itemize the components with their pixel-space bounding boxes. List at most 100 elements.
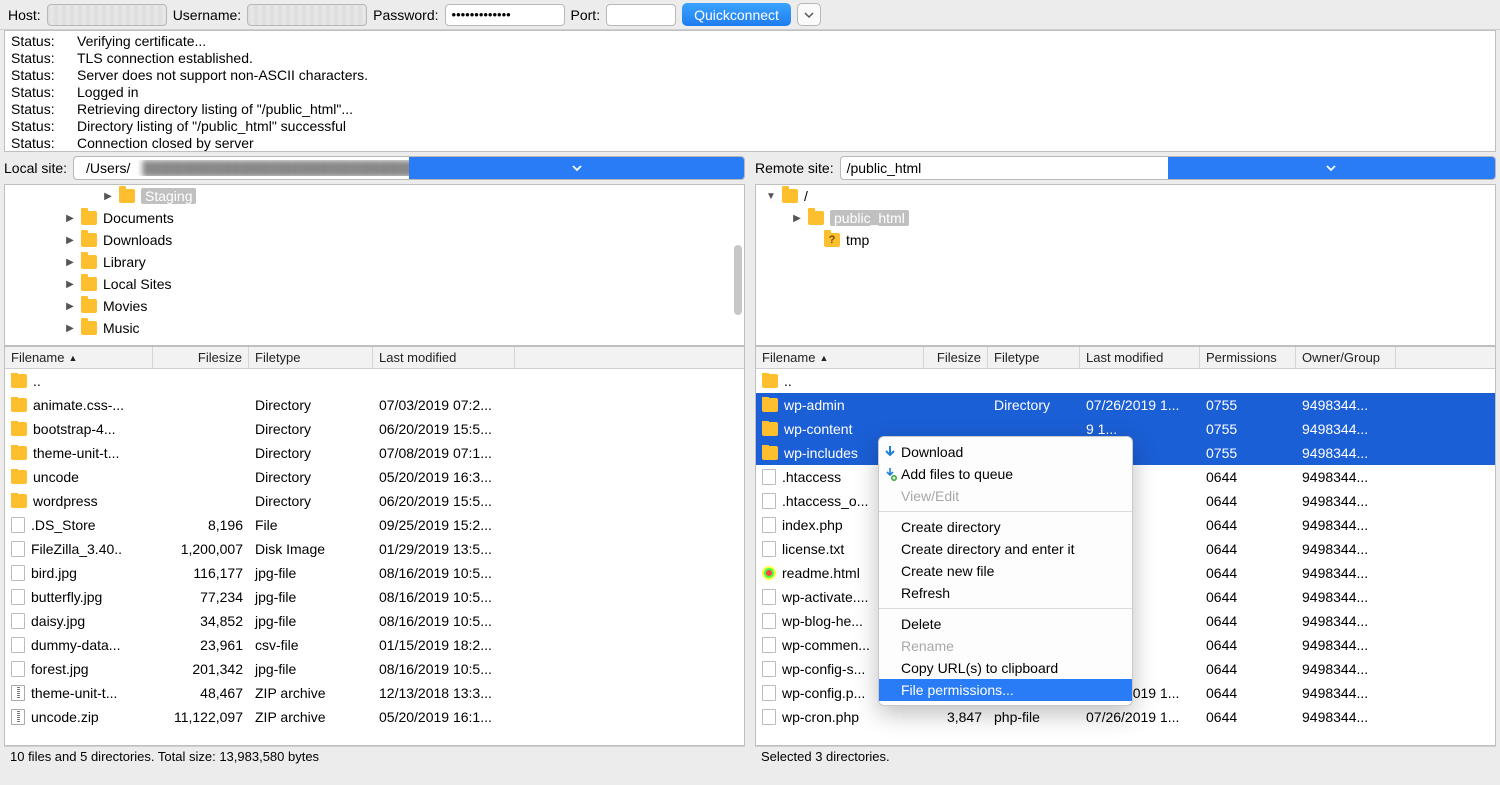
tree-item[interactable]: ▶ Music xyxy=(5,317,744,339)
cell-permissions: 0644 xyxy=(1200,613,1296,629)
disclosure-triangle-icon[interactable]: ▶ xyxy=(65,323,75,334)
table-row[interactable]: dummy-data... 23,961 csv-file 01/15/2019… xyxy=(5,633,744,657)
ctx-add-queue[interactable]: Add files to queue xyxy=(879,463,1132,485)
table-row[interactable]: theme-unit-t... Directory 07/08/2019 07:… xyxy=(5,441,744,465)
cell-permissions: 0644 xyxy=(1200,589,1296,605)
ctx-refresh[interactable]: Refresh xyxy=(879,582,1132,604)
table-row[interactable]: animate.css-... Directory 07/03/2019 07:… xyxy=(5,393,744,417)
table-row[interactable]: theme-unit-t... 48,467 ZIP archive 12/13… xyxy=(5,681,744,705)
password-label: Password: xyxy=(373,7,438,23)
disclosure-triangle-icon[interactable]: ▶ xyxy=(65,213,75,224)
log-message: TLS connection established. xyxy=(77,50,253,67)
cell-filename: FileZilla_3.40.. xyxy=(5,541,153,557)
col-filename[interactable]: Filename▲ xyxy=(756,347,924,368)
table-row[interactable]: wp-cron.php 3,847 php-file 07/26/2019 1.… xyxy=(756,705,1495,729)
local-site-combo[interactable]: /Users/████████████████████████████████ xyxy=(73,156,745,180)
disclosure-triangle-icon[interactable]: ▶ xyxy=(65,301,75,312)
remote-status: Selected 3 directories. xyxy=(755,746,1496,768)
col-owner[interactable]: Owner/Group xyxy=(1296,347,1396,368)
ctx-file-permissions[interactable]: File permissions... xyxy=(879,679,1132,701)
tree-item-label: Staging xyxy=(141,188,196,204)
table-row[interactable]: uncode.zip 11,122,097 ZIP archive 05/20/… xyxy=(5,705,744,729)
table-row[interactable]: uncode Directory 05/20/2019 16:3... xyxy=(5,465,744,489)
ctx-create-dir-enter[interactable]: Create directory and enter it xyxy=(879,538,1132,560)
cell-owner: 9498344... xyxy=(1296,565,1396,581)
cell-filetype: jpg-file xyxy=(249,565,373,581)
table-row[interactable]: .DS_Store 8,196 File 09/25/2019 15:2... xyxy=(5,513,744,537)
col-filetype[interactable]: Filetype xyxy=(249,347,373,368)
table-row[interactable]: bootstrap-4... Directory 06/20/2019 15:5… xyxy=(5,417,744,441)
remote-site-combo[interactable]: /public_html xyxy=(840,156,1496,180)
log-message: Connection closed by server xyxy=(77,135,254,152)
disclosure-triangle-icon[interactable]: ▶ xyxy=(65,279,75,290)
local-file-table[interactable]: Filename▲ Filesize Filetype Last modifie… xyxy=(4,346,745,746)
context-menu: Download Add files to queue View/Edit Cr… xyxy=(878,436,1133,706)
tree-item[interactable]: ▼ / xyxy=(756,185,1495,207)
tree-item-label: Music xyxy=(103,320,140,336)
tree-item[interactable]: ▶ public_html xyxy=(756,207,1495,229)
col-permissions[interactable]: Permissions xyxy=(1200,347,1296,368)
tree-item[interactable]: ? tmp xyxy=(756,229,1495,251)
quickconnect-button[interactable]: Quickconnect xyxy=(682,3,791,26)
table-row[interactable]: daisy.jpg 34,852 jpg-file 08/16/2019 10:… xyxy=(5,609,744,633)
disclosure-triangle-icon[interactable]: ▶ xyxy=(103,191,113,202)
quickconnect-dropdown-button[interactable] xyxy=(797,3,821,26)
folder-icon xyxy=(81,233,97,247)
ctx-create-dir[interactable]: Create directory xyxy=(879,516,1132,538)
col-lastmodified[interactable]: Last modified xyxy=(1080,347,1200,368)
cell-filename: dummy-data... xyxy=(5,637,153,653)
tree-item[interactable]: ▶ Library xyxy=(5,251,744,273)
log-line: Status:Retrieving directory listing of "… xyxy=(11,101,1489,118)
cell-owner: 9498344... xyxy=(1296,613,1396,629)
cell-filesize: 1,200,007 xyxy=(153,541,249,557)
remote-tree[interactable]: ▼ /▶ public_html ? tmp xyxy=(755,184,1496,346)
log-label: Status: xyxy=(11,33,63,50)
cell-filename: .DS_Store xyxy=(5,517,153,533)
ctx-copy-url[interactable]: Copy URL(s) to clipboard xyxy=(879,657,1132,679)
ctx-delete[interactable]: Delete xyxy=(879,613,1132,635)
port-input[interactable] xyxy=(606,4,676,26)
table-row[interactable]: FileZilla_3.40.. 1,200,007 Disk Image 01… xyxy=(5,537,744,561)
table-row[interactable]: forest.jpg 201,342 jpg-file 08/16/2019 1… xyxy=(5,657,744,681)
col-filename[interactable]: Filename▲ xyxy=(5,347,153,368)
log-label: Status: xyxy=(11,67,63,84)
cell-filesize: 77,234 xyxy=(153,589,249,605)
local-tree[interactable]: ▶ Staging▶ Documents▶ Downloads▶ Library… xyxy=(4,184,745,346)
table-row[interactable]: bird.jpg 116,177 jpg-file 08/16/2019 10:… xyxy=(5,561,744,585)
password-input[interactable] xyxy=(445,4,565,26)
disclosure-triangle-icon[interactable]: ▶ xyxy=(65,235,75,246)
table-row[interactable]: wp-admin Directory 07/26/2019 1...0755 9… xyxy=(756,393,1495,417)
disclosure-triangle-icon[interactable]: ▶ xyxy=(792,213,802,224)
table-row[interactable]: butterfly.jpg 77,234 jpg-file 08/16/2019… xyxy=(5,585,744,609)
log-message: Directory listing of "/public_html" succ… xyxy=(77,118,346,135)
table-row[interactable]: .. xyxy=(5,369,744,393)
ctx-download[interactable]: Download xyxy=(879,441,1132,463)
cell-owner: 9498344... xyxy=(1296,661,1396,677)
col-lastmodified[interactable]: Last modified xyxy=(373,347,515,368)
tree-item[interactable]: ▶ Downloads xyxy=(5,229,744,251)
col-filetype[interactable]: Filetype xyxy=(988,347,1080,368)
host-input[interactable] xyxy=(47,4,167,26)
cell-filetype: Directory xyxy=(249,445,373,461)
username-input[interactable] xyxy=(247,4,367,26)
file-icon xyxy=(762,517,776,533)
log-label: Status: xyxy=(11,50,63,67)
log-line: Status:Directory listing of "/public_htm… xyxy=(11,118,1489,135)
col-filesize[interactable]: Filesize xyxy=(153,347,249,368)
tree-item[interactable]: ▶ Staging xyxy=(5,185,744,207)
cell-filename: daisy.jpg xyxy=(5,613,153,629)
disclosure-triangle-icon[interactable]: ▶ xyxy=(65,257,75,268)
cell-filetype: ZIP archive xyxy=(249,709,373,725)
tree-item[interactable]: ▶ Documents xyxy=(5,207,744,229)
disclosure-triangle-icon[interactable]: ▼ xyxy=(766,191,776,202)
cell-filename: .. xyxy=(5,373,153,389)
ctx-create-file[interactable]: Create new file xyxy=(879,560,1132,582)
tree-item[interactable]: ▶ Local Sites xyxy=(5,273,744,295)
table-row[interactable]: wordpress Directory 06/20/2019 15:5... xyxy=(5,489,744,513)
scrollbar-thumb[interactable] xyxy=(734,245,742,315)
table-row[interactable]: .. xyxy=(756,369,1495,393)
cell-lastmodified: 07/26/2019 1... xyxy=(1080,709,1200,725)
file-icon xyxy=(11,637,25,653)
tree-item[interactable]: ▶ Movies xyxy=(5,295,744,317)
col-filesize[interactable]: Filesize xyxy=(924,347,988,368)
